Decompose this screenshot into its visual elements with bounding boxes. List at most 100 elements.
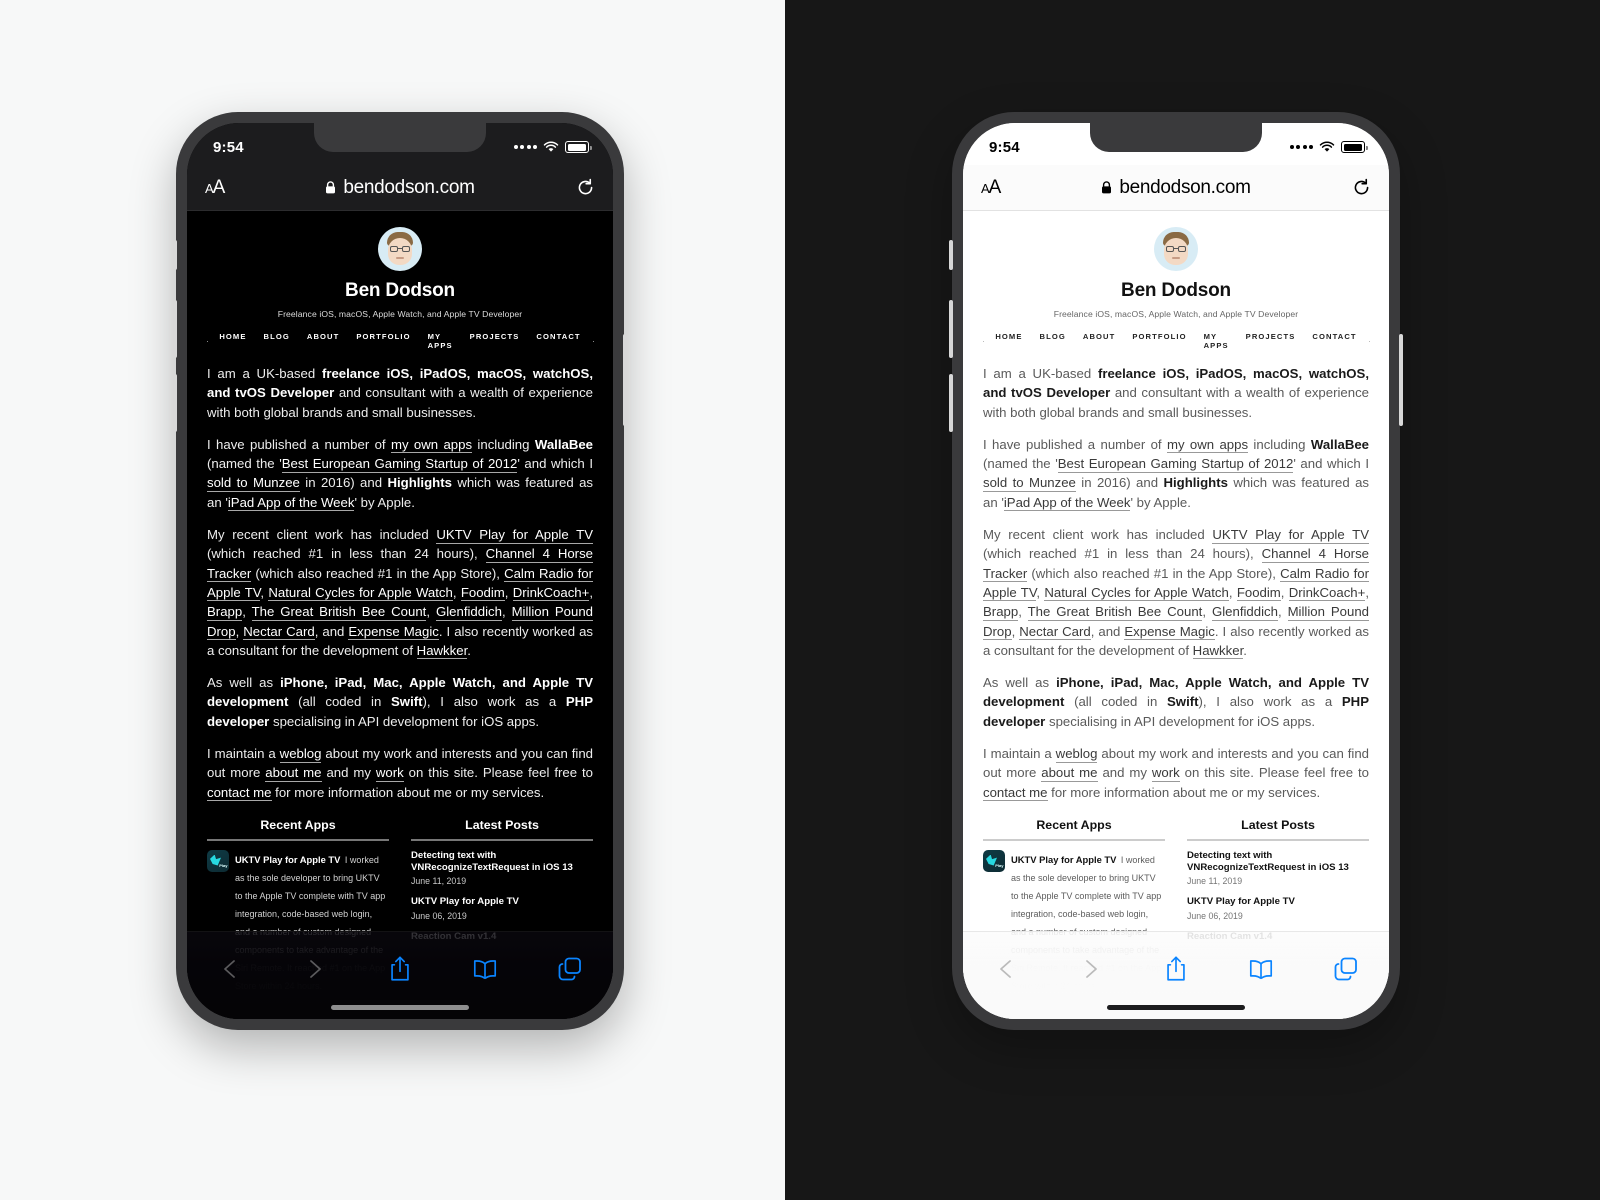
share-button[interactable] <box>357 948 442 990</box>
link-brapp[interactable]: Brapp <box>207 604 243 621</box>
url-field[interactable]: bendodson.com <box>1025 177 1327 199</box>
bookmarks-button[interactable] <box>443 948 528 990</box>
power-button[interactable] <box>1399 334 1403 426</box>
link-ipad-app-of-the-week[interactable]: iPad App of the Week <box>227 494 355 512</box>
nav-item-about[interactable]: ABOUT <box>1083 332 1116 350</box>
web-content[interactable]: Ben Dodson Freelance iOS, macOS, Apple W… <box>187 211 613 1019</box>
link-about-me[interactable]: about me <box>265 765 322 782</box>
paragraph-3: My recent client work has included UKTV … <box>983 527 1370 660</box>
link-glenfiddich[interactable]: Glenfiddich <box>435 604 502 621</box>
link-my-own-apps[interactable]: my own apps <box>390 436 473 454</box>
status-time: 9:54 <box>989 138 1020 156</box>
tabs-button[interactable] <box>528 948 613 990</box>
lock-icon <box>326 181 336 194</box>
nav-item-projects[interactable]: PROJECTS <box>470 332 520 350</box>
link-expense-magic[interactable]: Expense Magic <box>1124 623 1215 641</box>
site-title: Ben Dodson <box>1121 280 1231 301</box>
tabs-button[interactable] <box>1304 948 1389 990</box>
forward-button[interactable] <box>272 948 357 990</box>
list-item[interactable]: Detecting text with VNRecognizeTextReque… <box>411 850 593 887</box>
link-ipad-app-of-the-week[interactable]: iPad App of the Week <box>1003 494 1131 512</box>
link-best-european-gaming-startup[interactable]: Best European Gaming Startup of 2012 <box>281 456 518 473</box>
text-size-button[interactable]: AA <box>981 177 1025 199</box>
link-great-british-bee-count[interactable]: The Great British Bee Count <box>1027 604 1203 621</box>
browser-address-bar: AA bendodson.com <box>963 165 1389 211</box>
nav-item-home[interactable]: HOME <box>995 332 1022 350</box>
link-weblog[interactable]: weblog <box>1055 746 1098 763</box>
link-sold-to-munzee[interactable]: sold to Munzee <box>207 475 300 492</box>
home-indicator <box>1107 1005 1245 1010</box>
nav-item-my-apps[interactable]: MY APPS <box>1204 332 1229 350</box>
nav-item-projects[interactable]: PROJECTS <box>1246 332 1296 350</box>
nav-item-blog[interactable]: BLOG <box>1040 332 1066 350</box>
silent-switch[interactable] <box>949 240 953 270</box>
bookmarks-button[interactable] <box>1219 948 1304 990</box>
nav-item-about[interactable]: ABOUT <box>307 332 340 350</box>
link-work[interactable]: work <box>375 765 404 782</box>
battery-full-icon <box>565 141 592 153</box>
nav-item-portfolio[interactable]: PORTFOLIO <box>356 332 410 350</box>
url-field[interactable]: bendodson.com <box>249 177 551 199</box>
paragraph-3: My recent client work has included UKTV … <box>207 527 594 660</box>
tabs-icon <box>1335 957 1358 981</box>
lock-icon <box>1102 181 1112 194</box>
list-item[interactable]: Detecting text with VNRecognizeTextReque… <box>1187 850 1369 887</box>
link-weblog[interactable]: weblog <box>279 746 322 763</box>
nav-item-my-apps[interactable]: MY APPS <box>428 332 453 350</box>
nav-item-home[interactable]: HOME <box>219 332 246 350</box>
intro-copy: I am a UK-based freelance iOS, iPadOS, m… <box>207 364 593 802</box>
link-drinkcoach[interactable]: DrinkCoach+ <box>1288 584 1366 602</box>
divider <box>1187 838 1369 841</box>
latest-posts-heading: Latest Posts <box>1241 817 1315 832</box>
web-content[interactable]: Ben Dodson Freelance iOS, macOS, Apple W… <box>963 211 1389 1019</box>
share-button[interactable] <box>1133 948 1218 990</box>
link-nectar-card[interactable]: Nectar Card <box>243 623 315 641</box>
nav-item-portfolio[interactable]: PORTFOLIO <box>1132 332 1186 350</box>
volume-down-button[interactable] <box>949 374 953 432</box>
wifi-icon <box>1319 141 1335 152</box>
link-natural-cycles[interactable]: Natural Cycles for Apple Watch <box>268 584 453 602</box>
link-expense-magic[interactable]: Expense Magic <box>348 623 439 641</box>
link-foodim[interactable]: Foodim <box>460 584 505 602</box>
volume-up-button[interactable] <box>173 300 177 358</box>
home-indicator <box>331 1005 469 1010</box>
back-button[interactable] <box>963 948 1048 990</box>
back-button[interactable] <box>187 948 272 990</box>
link-hawkker[interactable]: Hawkker <box>416 642 468 660</box>
nav-item-blog[interactable]: BLOG <box>264 332 290 350</box>
site-tagline: Freelance iOS, macOS, Apple Watch, and A… <box>1053 309 1299 319</box>
link-best-european-gaming-startup[interactable]: Best European Gaming Startup of 2012 <box>1057 456 1294 473</box>
forward-button[interactable] <box>1048 948 1133 990</box>
link-about-me[interactable]: about me <box>1041 765 1098 782</box>
link-sold-to-munzee[interactable]: sold to Munzee <box>983 475 1076 492</box>
silent-switch[interactable] <box>173 240 177 270</box>
link-contact-me[interactable]: contact me <box>207 784 272 802</box>
app-title: UKTV Play for Apple TV <box>235 853 341 865</box>
reload-button[interactable] <box>551 178 595 197</box>
link-brapp[interactable]: Brapp <box>983 604 1019 621</box>
link-foodim[interactable]: Foodim <box>1236 584 1281 602</box>
list-item[interactable]: UKTV Play for Apple TV June 06, 2019 <box>411 896 593 920</box>
list-item[interactable]: UKTV Play for Apple TV June 06, 2019 <box>1187 896 1369 920</box>
volume-down-button[interactable] <box>173 374 177 432</box>
link-uktv-play[interactable]: UKTV Play for Apple TV <box>1212 527 1370 544</box>
share-icon <box>391 956 409 981</box>
link-glenfiddich[interactable]: Glenfiddich <box>1211 604 1278 621</box>
link-great-british-bee-count[interactable]: The Great British Bee Count <box>251 604 427 621</box>
power-button[interactable] <box>623 334 627 426</box>
link-drinkcoach[interactable]: DrinkCoach+ <box>512 584 590 602</box>
cellular-dots-icon <box>513 145 537 149</box>
link-hawkker[interactable]: Hawkker <box>1192 642 1244 660</box>
reload-button[interactable] <box>1327 178 1371 197</box>
volume-up-button[interactable] <box>949 300 953 358</box>
post-date: June 06, 2019 <box>411 910 467 921</box>
nav-item-contact[interactable]: CONTACT <box>1312 332 1356 350</box>
link-contact-me[interactable]: contact me <box>983 784 1048 802</box>
link-uktv-play[interactable]: UKTV Play for Apple TV <box>436 527 594 544</box>
link-natural-cycles[interactable]: Natural Cycles for Apple Watch <box>1044 584 1229 602</box>
link-nectar-card[interactable]: Nectar Card <box>1019 623 1091 641</box>
link-work[interactable]: work <box>1151 765 1180 782</box>
link-my-own-apps[interactable]: my own apps <box>1166 436 1249 454</box>
text-size-button[interactable]: AA <box>205 177 249 199</box>
nav-item-contact[interactable]: CONTACT <box>536 332 580 350</box>
